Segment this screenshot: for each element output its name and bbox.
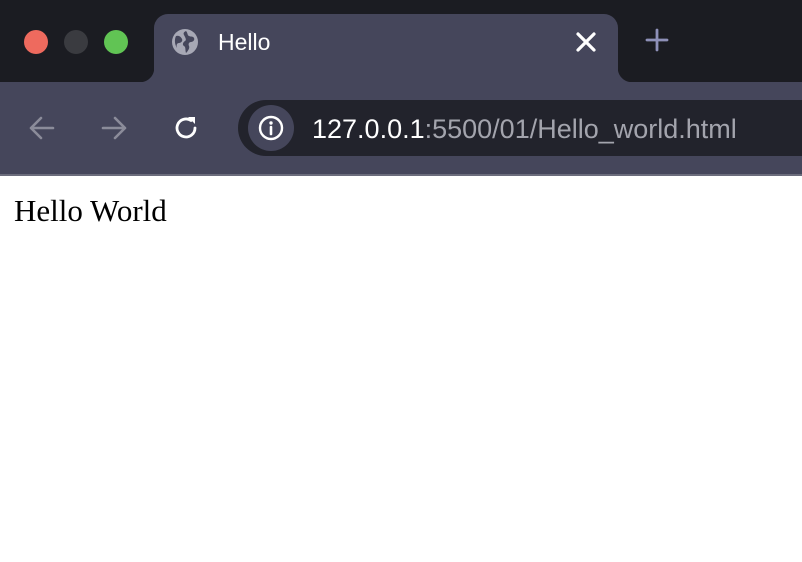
- info-icon: [258, 115, 284, 141]
- globe-icon: [170, 27, 200, 57]
- tab-strip: Hello: [0, 0, 802, 82]
- address-bar[interactable]: 127.0.0.1:5500/01/Hello_world.html: [238, 100, 802, 156]
- url-text[interactable]: 127.0.0.1:5500/01/Hello_world.html: [312, 114, 737, 144]
- hello-text: Hello World: [14, 193, 167, 228]
- toolbar: 127.0.0.1:5500/01/Hello_world.html: [0, 82, 802, 174]
- plus-icon[interactable]: [644, 27, 670, 53]
- url-host: 127.0.0.1: [312, 114, 425, 144]
- close-icon[interactable]: [574, 30, 598, 54]
- browser-window: Hello 127.0.0.1:5500/01/Hello_world.html…: [0, 0, 802, 562]
- window-minimize-button[interactable]: [64, 30, 88, 54]
- arrow-right-icon[interactable]: [99, 113, 129, 143]
- window-close-button[interactable]: [24, 30, 48, 54]
- tab-title: Hello: [218, 29, 271, 55]
- arrow-left-icon[interactable]: [27, 113, 57, 143]
- reload-icon[interactable]: [171, 113, 201, 143]
- url-path: :5500/01/Hello_world.html: [424, 114, 737, 144]
- tab-hello[interactable]: Hello: [140, 14, 632, 82]
- page-content: Hello World: [0, 176, 802, 562]
- site-info-button[interactable]: [248, 105, 294, 151]
- window-zoom-button[interactable]: [104, 30, 128, 54]
